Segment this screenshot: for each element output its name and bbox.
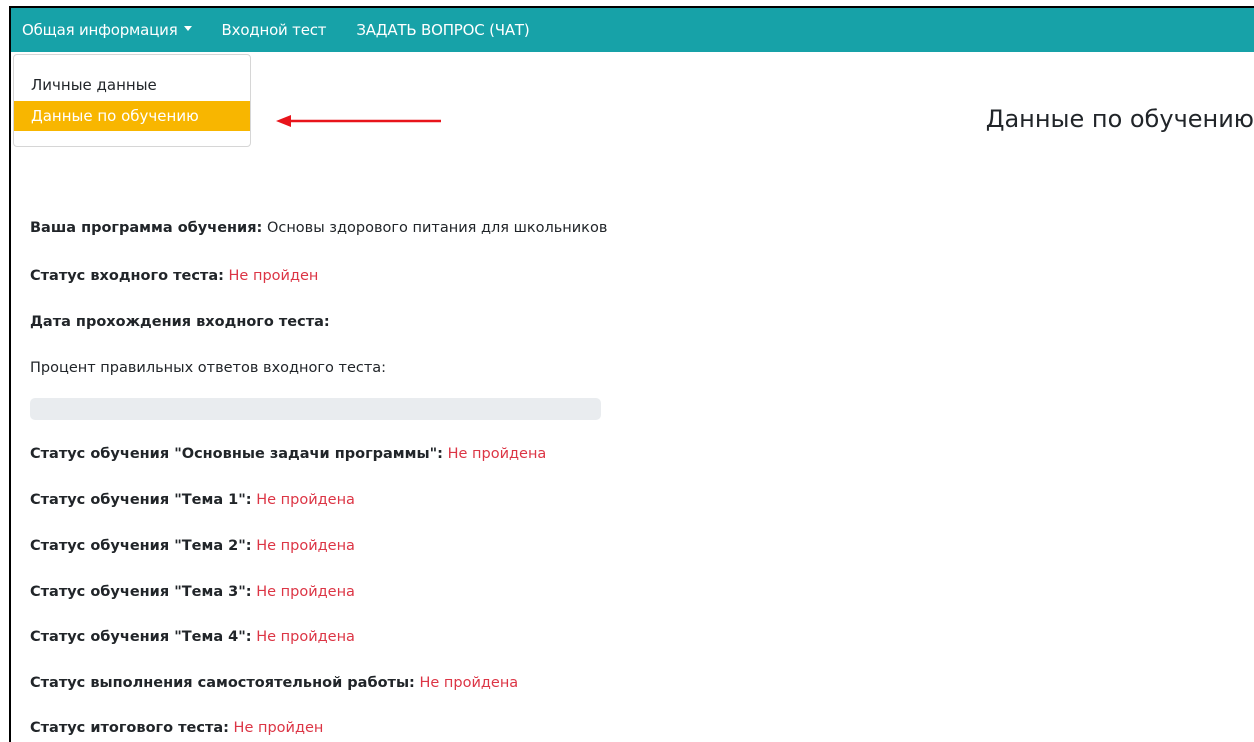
topic1-label: Статус обучения "Тема 1":: [30, 492, 252, 508]
entrance-status-row: Статус входного теста: Не пройден: [30, 268, 318, 284]
topic1-value: Не пройдена: [256, 492, 355, 508]
independent-work-label: Статус выполнения самостоятельной работы…: [30, 675, 415, 691]
final-test-row: Статус итогового теста: Не пройден: [30, 720, 323, 736]
red-arrow-left-icon: [276, 115, 441, 127]
program-label: Ваша программа обучения:: [30, 220, 263, 236]
entrance-status-label: Статус входного теста:: [30, 268, 224, 284]
page-title: Данные по обучению: [985, 105, 1254, 133]
topic3-label: Статус обучения "Тема 3":: [30, 584, 252, 600]
final-test-label: Статус итогового теста:: [30, 720, 229, 736]
entrance-date-label: Дата прохождения входного теста:: [30, 314, 330, 330]
dropdown-item-training-data[interactable]: Данные по обучению: [14, 101, 250, 131]
main-tasks-row: Статус обучения "Основные задачи програм…: [30, 446, 546, 462]
independent-work-row: Статус выполнения самостоятельной работы…: [30, 675, 518, 691]
main-tasks-value: Не пройдена: [447, 446, 547, 462]
entrance-percent-label: Процент правильных ответов входного тест…: [30, 360, 387, 376]
program-value: Основы здорового питания для школьников: [266, 220, 608, 236]
main-tasks-label: Статус обучения "Основные задачи програм…: [30, 446, 443, 462]
topic3-row: Статус обучения "Тема 3": Не пройдена: [30, 584, 355, 600]
dropdown-item-personal-data[interactable]: Личные данные: [14, 70, 250, 100]
topic2-row: Статус обучения "Тема 2": Не пройдена: [30, 538, 355, 554]
nav-general-info[interactable]: Общая информация: [22, 21, 192, 39]
topic4-value: Не пройдена: [256, 629, 355, 645]
browser-frame: Общая информация Входной тест ЗАДАТЬ ВОП…: [9, 6, 1254, 742]
nav-entrance-test[interactable]: Входной тест: [222, 21, 327, 39]
nav-general-info-label: Общая информация: [22, 21, 178, 39]
entrance-date-row: Дата прохождения входного теста:: [30, 314, 330, 330]
navbar: Общая информация Входной тест ЗАДАТЬ ВОП…: [11, 8, 1254, 52]
topic4-row: Статус обучения "Тема 4": Не пройдена: [30, 629, 355, 645]
topic3-value: Не пройдена: [256, 584, 355, 600]
nav-ask-question[interactable]: ЗАДАТЬ ВОПРОС (ЧАТ): [356, 21, 529, 39]
final-test-value: Не пройден: [233, 720, 324, 736]
topic2-label: Статус обучения "Тема 2":: [30, 538, 252, 554]
general-info-dropdown: Личные данные Данные по обучению: [13, 54, 251, 147]
topic2-value: Не пройдена: [256, 538, 355, 554]
entrance-percent-progress: [30, 398, 601, 420]
topic4-label: Статус обучения "Тема 4":: [30, 629, 252, 645]
independent-work-value: Не пройдена: [419, 675, 519, 691]
program-row: Ваша программа обучения: Основы здоровог…: [30, 220, 607, 236]
caret-down-icon: [183, 26, 192, 31]
topic1-row: Статус обучения "Тема 1": Не пройдена: [30, 492, 355, 508]
entrance-status-value: Не пройден: [228, 268, 319, 284]
